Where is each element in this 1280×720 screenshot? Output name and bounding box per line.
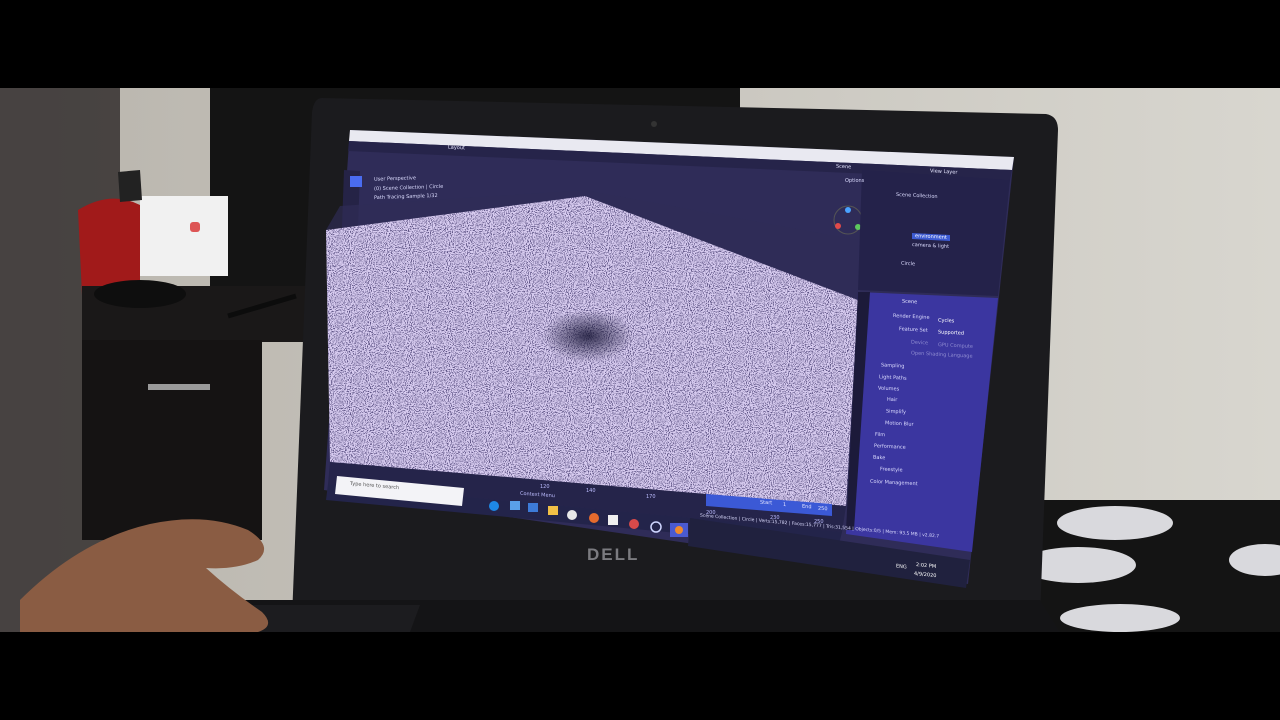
- firefox-icon[interactable]: [589, 513, 599, 523]
- timeline-end-value[interactable]: 250: [818, 506, 828, 513]
- white-box: [140, 196, 228, 276]
- noisy-circle-object: [542, 310, 634, 362]
- webcam: [651, 121, 657, 127]
- timeline-end-label: End: [802, 503, 812, 511]
- timeline-tick: 170: [646, 494, 656, 500]
- device-label: Device: [911, 339, 929, 347]
- dot-1: [1057, 506, 1173, 540]
- scene-selector[interactable]: Scene: [836, 164, 851, 171]
- photo-scene: [0, 0, 1280, 720]
- viewport-options-button[interactable]: Options: [845, 178, 864, 184]
- app-icon[interactable]: [629, 519, 639, 529]
- game-controller: [94, 280, 186, 308]
- chair-back: [118, 170, 142, 202]
- gizmo-z[interactable]: [845, 207, 851, 213]
- box-logo: [190, 222, 200, 232]
- laptop-brand-logo: DELL: [587, 545, 640, 564]
- timeline-start-label: Start: [760, 499, 773, 507]
- panel-freestyle[interactable]: Freestyle: [880, 466, 903, 473]
- drawer-handle: [148, 384, 210, 390]
- mail-icon[interactable]: [528, 503, 538, 512]
- explorer-icon[interactable]: [548, 506, 558, 515]
- panel-volumes[interactable]: Volumes: [878, 385, 899, 392]
- feature-set-dropdown[interactable]: Supported: [938, 329, 964, 336]
- chrome-icon[interactable]: [567, 510, 577, 520]
- tray-language[interactable]: ENG: [896, 563, 907, 570]
- window-tab-layout[interactable]: Layout: [448, 145, 465, 152]
- panel-simplify[interactable]: Simplify: [886, 408, 906, 415]
- render-engine-dropdown[interactable]: Cycles: [938, 318, 954, 325]
- dot-4: [1060, 604, 1180, 632]
- desk-drawer: [82, 340, 262, 540]
- outliner-panel: [858, 170, 1010, 296]
- panel-film[interactable]: Film: [875, 432, 885, 439]
- outliner-item-circle[interactable]: Circle: [901, 261, 915, 268]
- timeline-tick: 120: [540, 484, 550, 490]
- edge-icon[interactable]: [489, 501, 499, 511]
- properties-context-label: Scene: [902, 298, 918, 306]
- select-tool-icon[interactable]: [350, 176, 362, 187]
- letterbox-top: [0, 0, 1280, 88]
- timeline-tick: 140: [586, 488, 596, 494]
- panel-bake[interactable]: Bake: [873, 455, 885, 462]
- blender-icon[interactable]: [675, 526, 683, 534]
- panel-hair[interactable]: Hair: [887, 397, 897, 404]
- letterbox-bottom: [0, 632, 1280, 720]
- timeline-start-value[interactable]: 1: [783, 502, 786, 508]
- store-icon[interactable]: [510, 501, 520, 510]
- panel-sampling[interactable]: Sampling: [881, 362, 904, 369]
- gizmo-x[interactable]: [835, 223, 841, 229]
- bag-icon[interactable]: [608, 515, 618, 525]
